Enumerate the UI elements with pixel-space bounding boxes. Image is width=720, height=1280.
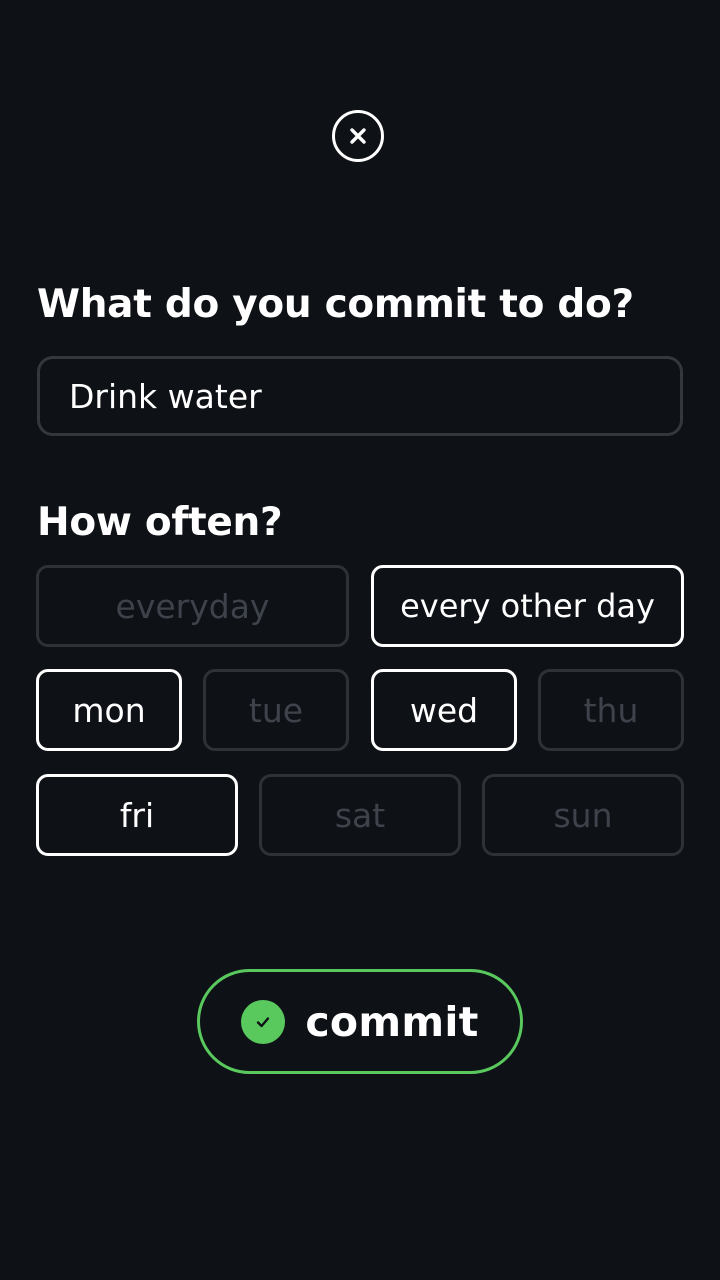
close-button[interactable] (332, 110, 384, 162)
commit-button[interactable]: commit (197, 969, 523, 1074)
day-mon[interactable]: mon (36, 669, 182, 751)
day-sun[interactable]: sun (482, 774, 684, 856)
commit-button-label: commit (305, 997, 479, 1046)
commit-question-title: What do you commit to do? (37, 282, 634, 327)
habit-input[interactable] (37, 356, 683, 436)
commit-habit-screen: What do you commit to do? How often? eve… (0, 0, 720, 1280)
option-every-other-day[interactable]: every other day (371, 565, 684, 647)
check-circle-icon (241, 999, 286, 1044)
option-everyday[interactable]: everyday (36, 565, 349, 647)
day-fri[interactable]: fri (36, 774, 238, 856)
close-icon (350, 128, 366, 144)
day-sat[interactable]: sat (259, 774, 461, 856)
day-wed[interactable]: wed (371, 669, 517, 751)
frequency-title: How often? (37, 500, 283, 545)
day-thu[interactable]: thu (538, 669, 684, 751)
day-tue[interactable]: tue (203, 669, 349, 751)
